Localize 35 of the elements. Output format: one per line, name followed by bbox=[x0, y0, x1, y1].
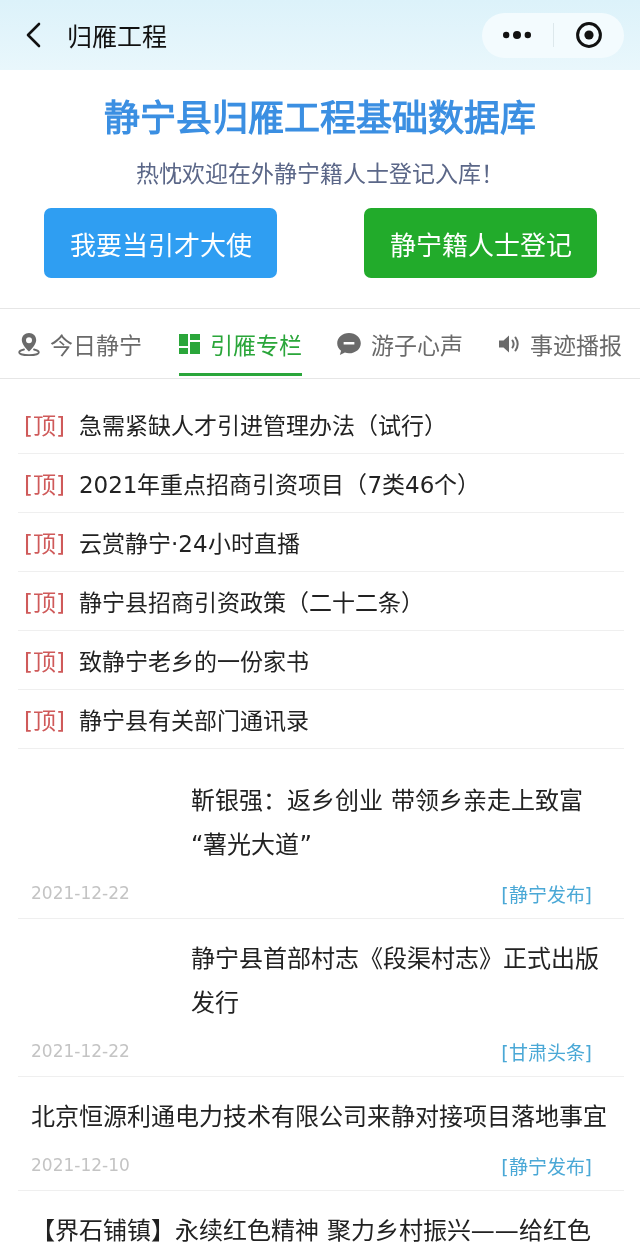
back-icon[interactable] bbox=[25, 22, 41, 48]
pin-tag: [顶] bbox=[24, 702, 65, 736]
article-link[interactable]: 云赏静宁·24小时直播 bbox=[78, 525, 300, 559]
source-label: [静宁发布] bbox=[501, 882, 592, 907]
page-title: 归雁工程 bbox=[67, 22, 167, 53]
tab[interactable]: 事迹播报 bbox=[498, 309, 622, 376]
article-link[interactable]: 致静宁老乡的一份家书 bbox=[78, 643, 309, 677]
pin-tag: [顶] bbox=[24, 525, 65, 559]
article-link[interactable]: 静宁县有关部门通讯录 bbox=[78, 702, 309, 736]
article-title[interactable]: 靳银强：返乡创业 带领乡亲走上致富“薯光大道” bbox=[191, 779, 601, 867]
chat-bubble-icon bbox=[337, 333, 361, 355]
source-label: [甘肃头条] bbox=[501, 1040, 592, 1065]
publish-date: 2021-12-22 bbox=[31, 883, 130, 903]
welcome-text: 热忱欢迎在外静宁籍人士登记入库！ bbox=[135, 160, 505, 189]
more-icon[interactable] bbox=[503, 31, 532, 39]
article-link[interactable]: 静宁县招商引资政策（二十二条） bbox=[78, 584, 424, 618]
article-link[interactable]: 2021年重点招商引资项目（7类46个） bbox=[78, 466, 481, 500]
speaker-icon bbox=[498, 334, 520, 354]
tab[interactable]: 游子心声 bbox=[337, 309, 463, 376]
publish-date: 2021-12-10 bbox=[31, 1155, 130, 1175]
location-pin-icon bbox=[18, 332, 40, 356]
ring-dot-icon[interactable] bbox=[575, 22, 602, 48]
tiles-icon bbox=[178, 334, 200, 354]
pin-tag: [顶] bbox=[24, 466, 65, 500]
publish-date: 2021-12-22 bbox=[31, 1041, 130, 1061]
pin-tag: [顶] bbox=[24, 643, 65, 677]
pin-tag: [顶] bbox=[24, 407, 65, 441]
database-title: 静宁县归雁工程基础数据库 bbox=[103, 97, 537, 141]
article-title[interactable]: 【界石铺镇】永续红色精神 聚力乡村振兴——给红色 bbox=[31, 1209, 624, 1253]
article-link[interactable]: 急需紧缺人才引进管理办法（试行） bbox=[78, 407, 447, 441]
tab[interactable]: 今日静宁 bbox=[18, 309, 142, 376]
source-label: [静宁发布] bbox=[501, 1154, 592, 1179]
pin-tag: [顶] bbox=[24, 584, 65, 618]
article-title[interactable]: 静宁县首部村志《段渠村志》正式出版发行 bbox=[191, 937, 601, 1025]
article-title[interactable]: 北京恒源利通电力技术有限公司来静对接项目落地事宜 bbox=[31, 1095, 624, 1139]
